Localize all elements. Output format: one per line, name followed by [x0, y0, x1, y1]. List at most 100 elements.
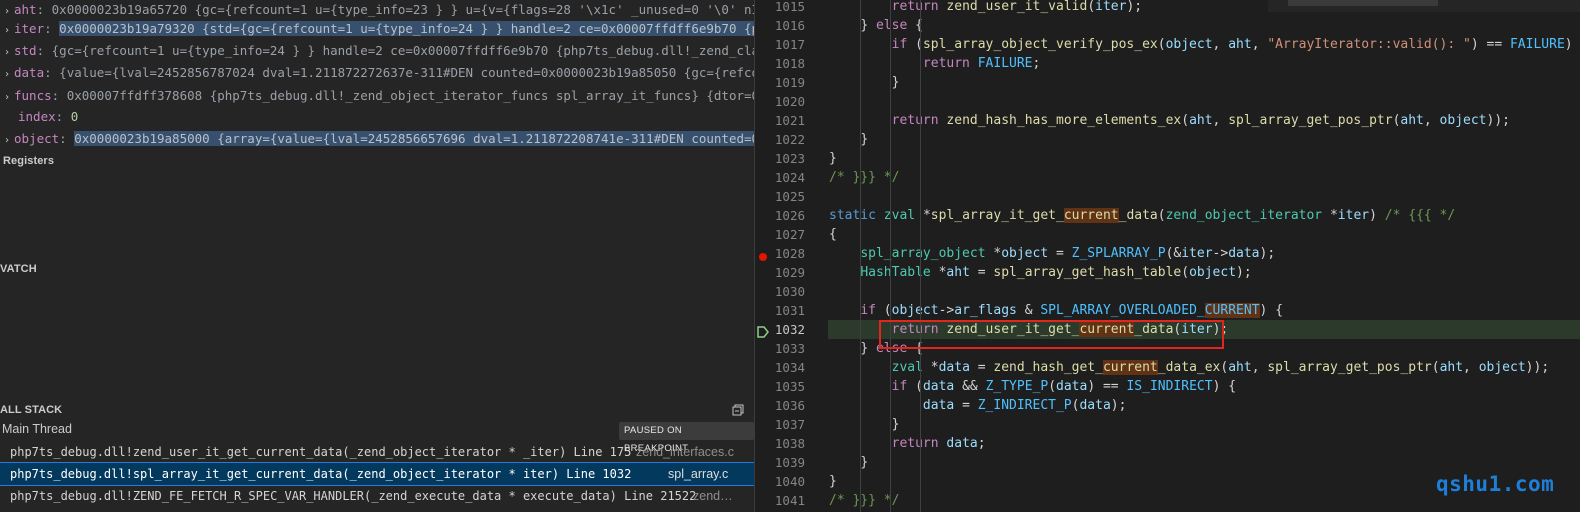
expand-chevron-icon[interactable]: › — [0, 88, 14, 105]
variable-name: object — [14, 131, 60, 146]
expand-chevron-icon[interactable]: › — [0, 65, 14, 82]
code-text: } — [891, 75, 900, 90]
code-line[interactable]: 1025 — [755, 187, 1580, 206]
expand-chevron-icon[interactable]: › — [0, 2, 14, 19]
collapse-all-icon[interactable] — [732, 404, 744, 416]
code-line[interactable]: 1024 /* }}} */ — [755, 168, 1580, 187]
code-text: return data; — [891, 436, 986, 451]
code-line[interactable]: 1038 return data; — [755, 434, 1580, 453]
code-text: data = Z_INDIRECT_P(data); — [922, 398, 1127, 413]
code-editor[interactable]: 1015 return zend_user_it_valid(iter); 101… — [755, 0, 1580, 512]
line-number: 1034 — [774, 360, 805, 375]
line-number: 1018 — [774, 56, 805, 71]
variable-name: funcs — [14, 88, 52, 103]
code-line[interactable]: 1019 } — [755, 73, 1580, 92]
code-line[interactable]: 1029 HashTable *aht = spl_array_get_hash… — [755, 263, 1580, 282]
code-line[interactable]: 1034 zval *data = zend_hash_get_current_… — [755, 358, 1580, 377]
variable-name: data — [14, 65, 45, 80]
main-thread-label[interactable]: Main Thread — [2, 422, 72, 436]
code-text: return zend_hash_has_more_elements_ex(ah… — [891, 113, 1510, 128]
call-stack-frame[interactable]: php7ts_debug.dll!ZEND_FE_FETCH_R_SPEC_VA… — [0, 485, 754, 507]
code-line[interactable]: 1016 } else { — [755, 16, 1580, 35]
code-text: return zend_user_it_valid(iter); — [891, 0, 1143, 14]
indent-guide — [860, 0, 861, 512]
variable-separator: : — [59, 131, 75, 146]
frame-file: zend… — [693, 489, 733, 503]
code-line[interactable]: 1036 data = Z_INDIRECT_P(data); — [755, 396, 1580, 415]
code-text: zval *data = zend_hash_get_current_data_… — [891, 360, 1550, 375]
watermark: qshu1.com — [1436, 472, 1555, 496]
variable-value: 0x00007ffdff378608 {php7ts_debug.dll!_ze… — [66, 88, 754, 103]
line-number: 1026 — [774, 208, 805, 223]
frame-function: php7ts_debug.dll!ZEND_FE_FETCH_R_SPEC_VA… — [10, 489, 697, 503]
code-text: } — [860, 455, 869, 470]
variable-row-std[interactable]: › std: {gc={refcount=1 u={type_info=24 } … — [0, 41, 754, 60]
frame-file: zend_interfaces.c — [636, 445, 734, 459]
code-line[interactable]: 1026 static zval *spl_array_it_get_curren… — [755, 206, 1580, 225]
line-number: 1020 — [774, 94, 805, 109]
variable-value: {value={lval=2452856787024 dval=1.211872… — [59, 65, 754, 80]
call-stack-section-header[interactable]: ALL STACK — [0, 404, 62, 416]
code-line[interactable]: 1027 { — [755, 225, 1580, 244]
line-number: 1030 — [774, 284, 805, 299]
call-stack-frame[interactable]: php7ts_debug.dll!spl_array_it_get_curren… — [0, 462, 754, 486]
code-text: static zval *spl_array_it_get_current_da… — [829, 208, 1456, 223]
variable-separator: : — [36, 2, 52, 17]
code-line[interactable]: 1022 } — [755, 130, 1580, 149]
code-line[interactable]: 1037 } — [755, 415, 1580, 434]
expand-chevron-icon[interactable]: › — [0, 21, 14, 38]
variable-separator: : — [36, 43, 52, 58]
variable-value: {gc={refcount=1 u={type_info=24 } } hand… — [51, 43, 754, 58]
line-number: 1025 — [774, 189, 805, 204]
code-line[interactable]: 1021 return zend_hash_has_more_elements_… — [755, 111, 1580, 130]
variable-row-object[interactable]: › object: 0x0000023b19a85000 {array={valu… — [0, 129, 754, 148]
code-line[interactable]: 1030 — [755, 282, 1580, 301]
line-number: 1031 — [774, 303, 805, 318]
code-line[interactable]: 1023} — [755, 149, 1580, 168]
line-number: 1036 — [774, 398, 805, 413]
variable-separator: : — [51, 88, 67, 103]
variable-value: 0x0000023b19a79320 {std={gc={refcount=1 … — [59, 21, 754, 36]
variable-row-index[interactable]: index: 0 — [0, 107, 754, 126]
breakpoint-icon[interactable] — [759, 253, 767, 261]
line-number: 1021 — [774, 113, 805, 128]
code-line[interactable]: 1031 if (object->ar_flags & SPL_ARRAY_OV… — [755, 301, 1580, 320]
highlight-box — [879, 320, 1224, 349]
line-number: 1038 — [774, 436, 805, 451]
variable-row-funcs[interactable]: › funcs: 0x00007ffdff378608 {php7ts_debug… — [0, 86, 754, 105]
debug-sidebar: › aht: 0x0000023b19a65720 {gc={refcount=1… — [0, 0, 754, 512]
code-line[interactable]: 1028 spl_array_object *object = Z_SPLARR… — [755, 244, 1580, 263]
line-number: 1017 — [774, 37, 805, 52]
registers-section-header[interactable]: Registers — [3, 155, 54, 167]
code-line[interactable]: 1035 if (data && Z_TYPE_P(data) == IS_IN… — [755, 377, 1580, 396]
variable-name: index — [18, 109, 56, 124]
expand-chevron-icon[interactable]: › — [0, 131, 14, 148]
line-number: 1024 — [774, 170, 805, 185]
call-stack-frame[interactable]: php7ts_debug.dll!zend_user_it_get_curren… — [0, 441, 754, 463]
code-line[interactable]: 1039 } — [755, 453, 1580, 472]
frame-function: php7ts_debug.dll!zend_user_it_get_curren… — [10, 445, 632, 459]
code-line[interactable]: 1020 — [755, 92, 1580, 111]
variable-value: 0x0000023b19a65720 {gc={refcount=1 u={ty… — [51, 2, 754, 17]
line-number: 1023 — [774, 151, 805, 166]
code-text: /* }}} */ — [829, 493, 900, 508]
code-line[interactable]: 1018 return FAILURE; — [755, 54, 1580, 73]
code-text: spl_array_object *object = Z_SPLARRAY_P(… — [860, 246, 1276, 261]
code-text: if (object->ar_flags & SPL_ARRAY_OVERLOA… — [860, 303, 1284, 318]
find-widget-strip — [1268, 0, 1580, 12]
variable-row-data[interactable]: › data: {value={lval=2452856787024 dval=1… — [0, 63, 754, 82]
line-number: 1027 — [774, 227, 805, 242]
watch-section-header[interactable]: VATCH — [0, 263, 37, 275]
line-number: 1041 — [774, 493, 805, 508]
variable-row-iter[interactable]: › iter: 0x0000023b19a79320 {std={gc={refc… — [0, 19, 754, 38]
code-text: } — [860, 132, 869, 147]
variable-name: std — [14, 43, 37, 58]
variable-value: 0 — [70, 109, 79, 124]
line-number: 1040 — [774, 474, 805, 489]
expand-chevron-icon[interactable]: › — [0, 43, 14, 60]
variable-row-aht[interactable]: › aht: 0x0000023b19a65720 {gc={refcount=1… — [0, 0, 754, 19]
code-text: if (spl_array_object_verify_pos_ex(objec… — [891, 37, 1573, 52]
variable-name: aht — [14, 2, 37, 17]
line-number: 1039 — [774, 455, 805, 470]
code-line[interactable]: 1017 if (spl_array_object_verify_pos_ex(… — [755, 35, 1580, 54]
